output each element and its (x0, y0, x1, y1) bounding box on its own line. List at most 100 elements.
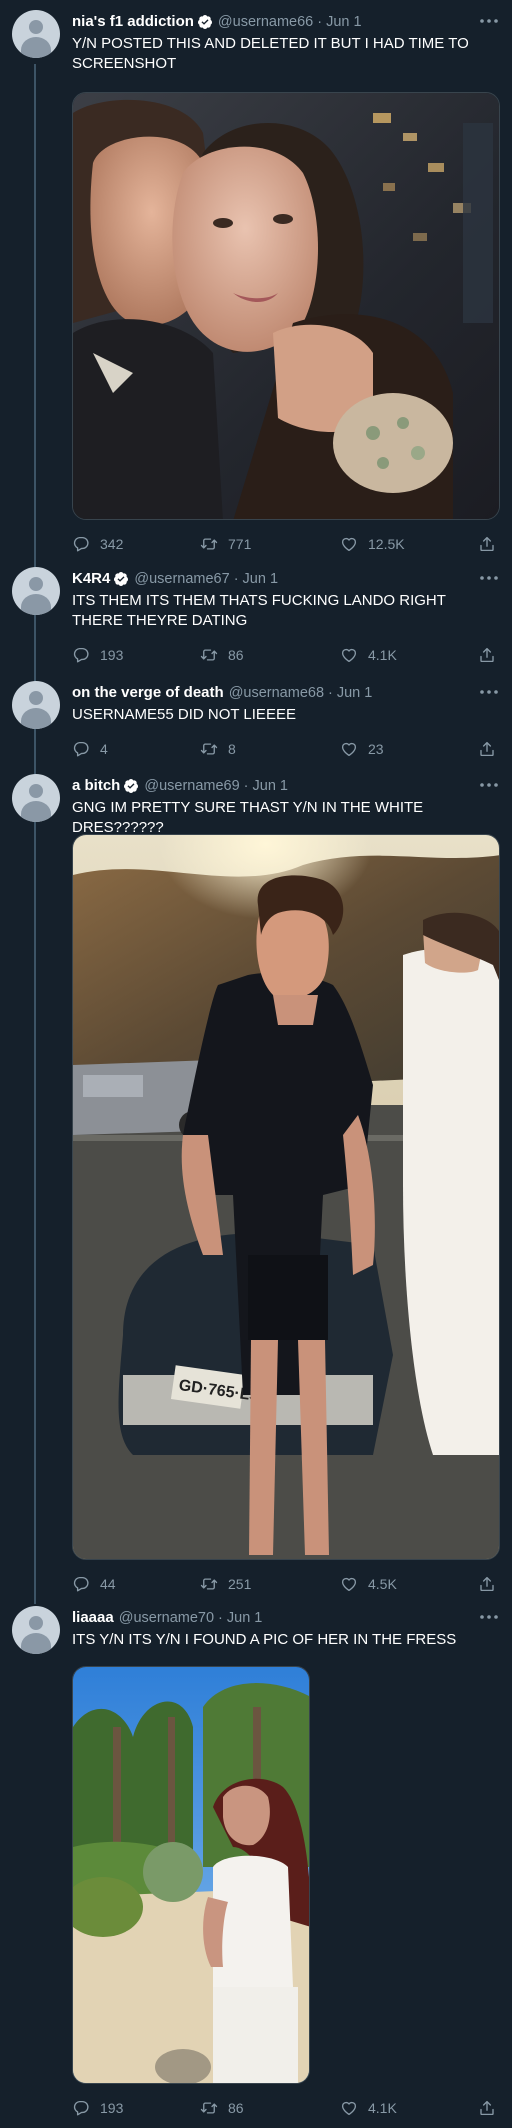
separator-dot: · (328, 685, 333, 701)
timestamp[interactable]: Jun 1 (337, 683, 372, 703)
retweet-button[interactable]: 86 (200, 645, 244, 665)
display-name[interactable]: on the verge of death (72, 683, 224, 703)
separator-dot: · (233, 571, 239, 587)
like-button[interactable]: 4.5K (340, 1574, 397, 1594)
handle[interactable]: @username67 (134, 569, 229, 589)
retweet-icon (200, 646, 218, 664)
separator-dot: · (243, 778, 249, 794)
reply-icon (72, 535, 90, 553)
handle[interactable]: @username66 (218, 12, 313, 32)
reply-button[interactable]: 44 (72, 1574, 116, 1594)
timestamp[interactable]: Jun 1 (326, 12, 361, 32)
share-button[interactable] (478, 645, 496, 665)
tweet-actions: 342 771 12.5K (72, 534, 500, 554)
display-name[interactable]: K4R4 (72, 569, 110, 589)
tweet-text: GNG IM PRETTY SURE THAST Y/N IN THE WHIT… (72, 799, 424, 836)
timestamp[interactable]: Jun 1 (243, 569, 278, 589)
more-icon[interactable] (478, 1610, 500, 1624)
avatar[interactable] (12, 774, 60, 822)
avatar[interactable] (12, 681, 60, 729)
retweet-button[interactable]: 86 (200, 2098, 244, 2118)
tweet-text: USERNAME55 DID NOT LIEEEE (72, 706, 296, 723)
share-icon (478, 535, 496, 553)
retweet-button[interactable]: 8 (200, 739, 236, 759)
more-icon[interactable] (478, 571, 500, 585)
like-count: 12.5K (368, 536, 405, 552)
timestamp[interactable]: Jun 1 (253, 776, 288, 796)
like-button[interactable]: 12.5K (340, 534, 405, 554)
thread-line (34, 64, 36, 1604)
photo-couple-selfie (73, 93, 499, 519)
like-count: 4.1K (368, 647, 397, 663)
avatar[interactable] (12, 567, 60, 615)
tweet-image[interactable] (72, 1666, 310, 2084)
separator-dot: · (317, 14, 323, 30)
verified-badge-icon (123, 778, 139, 794)
display-name[interactable]: liaaaa (72, 1608, 114, 1628)
photo-woman-palms (73, 1667, 309, 2083)
retweet-count: 86 (228, 2100, 244, 2116)
retweet-button[interactable]: 251 (200, 1574, 251, 1594)
handle[interactable]: @username69 (144, 776, 239, 796)
like-count: 23 (368, 741, 384, 757)
share-icon (478, 646, 496, 664)
like-button[interactable]: 4.1K (340, 2098, 397, 2118)
handle[interactable]: @username70 (119, 1608, 214, 1628)
share-button[interactable] (478, 2098, 496, 2118)
photo-man-by-car: GD·765·LS (73, 835, 499, 1559)
separator-dot: · (218, 1610, 223, 1626)
like-icon (340, 646, 358, 664)
like-icon (340, 535, 358, 553)
share-icon (478, 2099, 496, 2117)
retweet-button[interactable]: 771 (200, 534, 251, 554)
reply-button[interactable]: 193 (72, 645, 123, 665)
reply-count: 44 (100, 1576, 116, 1592)
tweet-header: on the verge of death @username68 · Jun … (72, 683, 372, 703)
reply-icon (72, 740, 90, 758)
more-icon[interactable] (478, 778, 500, 792)
share-button[interactable] (478, 1574, 496, 1594)
reply-icon (72, 1575, 90, 1593)
more-icon[interactable] (478, 14, 500, 28)
reply-button[interactable]: 342 (72, 534, 123, 554)
tweet-actions: 193 86 4.1K (72, 645, 500, 665)
retweet-count: 86 (228, 647, 244, 663)
reply-icon (72, 646, 90, 664)
display-name[interactable]: nia's f1 addiction (72, 12, 194, 32)
more-icon[interactable] (478, 685, 500, 699)
like-icon (340, 2099, 358, 2117)
handle[interactable]: @username68 (229, 683, 324, 703)
like-count: 4.5K (368, 1576, 397, 1592)
tweet-actions: 193 86 4.1K (72, 2098, 500, 2118)
retweet-icon (200, 1575, 218, 1593)
reply-icon (72, 2099, 90, 2117)
tweet-text: Y/N POSTED THIS AND DELETED IT BUT I HAD… (72, 35, 469, 72)
tweet-image[interactable] (72, 92, 500, 520)
avatar[interactable] (12, 1606, 60, 1654)
reply-button[interactable]: 4 (72, 739, 108, 759)
tweet-header: liaaaa @username70 · Jun 1 (72, 1608, 262, 1628)
tweet-text: ITS THEM ITS THEM THATS FUCKING LANDO RI… (72, 592, 446, 629)
share-button[interactable] (478, 534, 496, 554)
tweet-actions: 4 8 23 (72, 739, 500, 759)
tweet-image[interactable]: GD·765·LS (72, 834, 500, 1560)
reply-count: 193 (100, 2100, 124, 2116)
retweet-icon (200, 535, 218, 553)
timestamp[interactable]: Jun 1 (227, 1608, 262, 1628)
verified-badge-icon (197, 14, 213, 30)
tweet-header: nia's f1 addiction @username66 · Jun 1 (72, 12, 362, 32)
like-icon (340, 1575, 358, 1593)
like-button[interactable]: 4.1K (340, 645, 397, 665)
display-name[interactable]: a bitch (72, 776, 120, 796)
like-icon (340, 740, 358, 758)
avatar[interactable] (12, 10, 60, 58)
reply-count: 193 (100, 647, 124, 663)
share-icon (478, 740, 496, 758)
tweet-actions: 44 251 4.5K (72, 1574, 500, 1594)
reply-button[interactable]: 193 (72, 2098, 123, 2118)
like-button[interactable]: 23 (340, 739, 384, 759)
like-count: 4.1K (368, 2100, 397, 2116)
share-icon (478, 1575, 496, 1593)
tweet-text: ITS Y/N ITS Y/N I FOUND A PIC OF HER IN … (72, 1631, 457, 1648)
share-button[interactable] (478, 739, 496, 759)
